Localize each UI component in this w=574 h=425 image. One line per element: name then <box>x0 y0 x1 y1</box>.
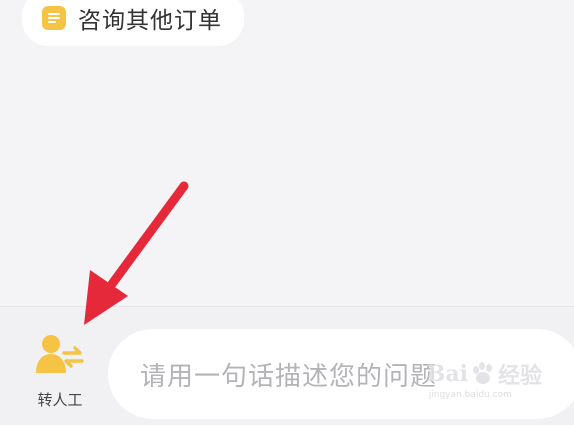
document-icon <box>42 6 66 30</box>
question-input[interactable]: 请用一句话描述您的问题 <box>108 329 574 419</box>
chat-screen: 咨询其他订单 转人工 请用一句话描述您的问题 Bai 经验 jingyan.ba… <box>0 0 574 425</box>
transfer-to-agent-label: 转人工 <box>37 391 83 409</box>
quick-reply-label: 咨询其他订单 <box>78 8 222 34</box>
question-input-placeholder: 请用一句话描述您的问题 <box>140 361 438 392</box>
chat-input-bar: 转人工 请用一句话描述您的问题 <box>0 306 574 425</box>
transfer-to-agent-icon <box>36 335 84 373</box>
transfer-to-agent-button[interactable]: 转人工 <box>20 333 100 415</box>
quick-reply-other-orders[interactable]: 咨询其他订单 <box>22 0 244 46</box>
